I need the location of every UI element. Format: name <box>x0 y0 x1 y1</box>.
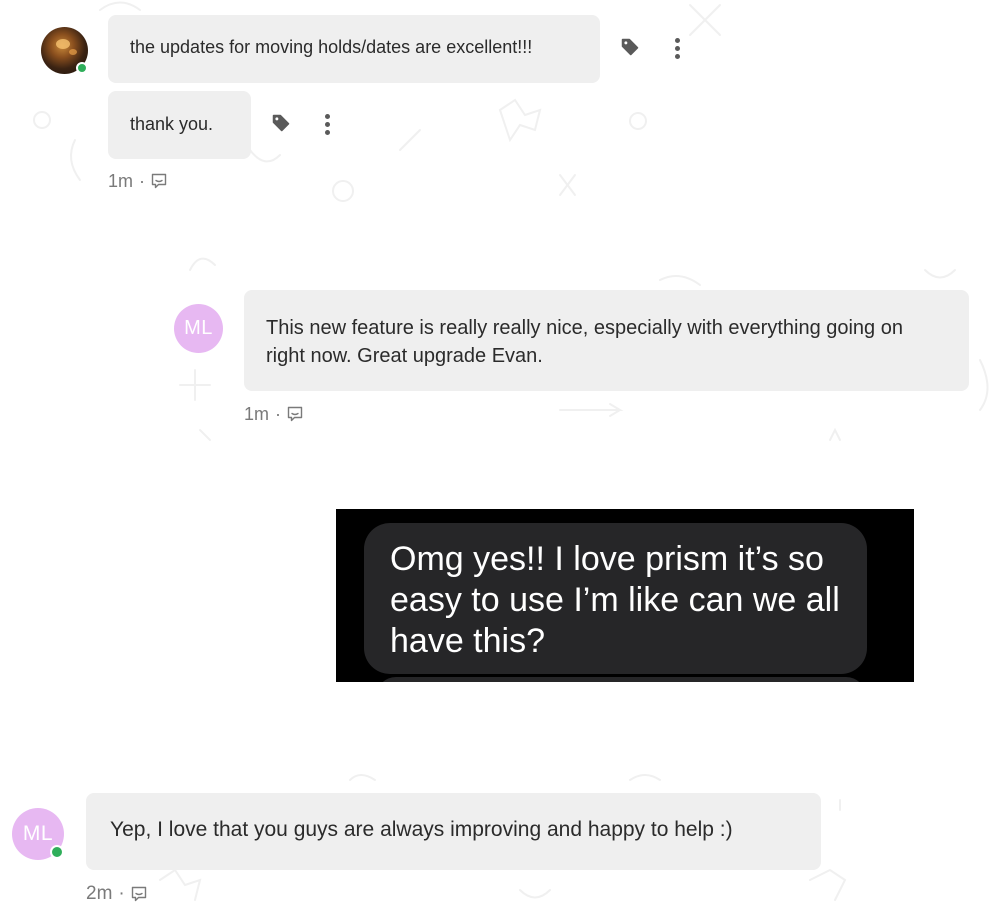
message-bubble[interactable]: thank you. <box>108 91 251 159</box>
tag-icon[interactable] <box>270 112 292 134</box>
online-status-indicator <box>50 845 64 859</box>
message-bubble[interactable]: Yep, I love that you guys are always imp… <box>86 793 821 870</box>
message-text: This new feature is really really nice, … <box>266 317 903 367</box>
reply-icon[interactable] <box>131 886 147 903</box>
meta-separator: · <box>275 404 282 424</box>
meta-separator: · <box>118 883 125 904</box>
chat-thread: the updates for moving holds/dates are e… <box>0 0 1001 922</box>
timestamp: 2m <box>86 883 113 904</box>
message-meta: 1m · <box>244 404 303 425</box>
message-text: the updates for moving holds/dates are e… <box>130 37 533 57</box>
timestamp: 1m <box>244 404 270 424</box>
message-text: thank you. <box>130 114 214 134</box>
more-options-icon[interactable] <box>322 110 332 138</box>
attached-image[interactable]: Omg yes!! I love prism it’s so easy to u… <box>336 509 914 682</box>
meta-separator: · <box>139 171 146 191</box>
tag-icon-graphic <box>621 38 639 56</box>
tag-icon[interactable] <box>619 36 641 58</box>
reply-icon[interactable] <box>287 406 303 423</box>
message-meta: 2m · <box>86 883 147 905</box>
message-meta: 1m · <box>108 171 167 192</box>
tag-icon-graphic <box>272 114 290 132</box>
message-bubble[interactable]: This new feature is really really nice, … <box>244 290 969 391</box>
avatar-photo-highlight <box>69 49 77 55</box>
timestamp: 1m <box>108 171 134 191</box>
image-message-text: Omg yes!! I love prism it’s so easy to u… <box>390 540 840 660</box>
avatar-initials-text: ML <box>22 822 54 845</box>
image-message-bubble: Omg yes!! I love prism it’s so easy to u… <box>364 523 867 674</box>
more-options-icon[interactable] <box>672 34 682 62</box>
online-status-indicator <box>76 62 88 74</box>
user-avatar-initials[interactable]: ML <box>174 304 223 353</box>
avatar-initials-text: ML <box>184 317 213 339</box>
avatar-photo-highlight <box>56 39 70 49</box>
image-message-bubble-partial <box>376 677 866 682</box>
reply-icon[interactable] <box>151 173 167 190</box>
message-text: Yep, I love that you guys are always imp… <box>110 818 733 841</box>
message-bubble[interactable]: the updates for moving holds/dates are e… <box>108 15 600 83</box>
